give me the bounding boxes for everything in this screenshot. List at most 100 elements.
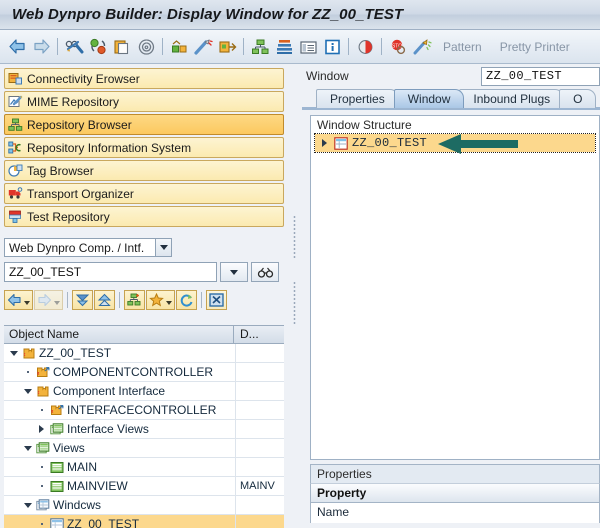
windows-folder-icon: [36, 499, 50, 512]
splitter-grip[interactable]: [293, 215, 296, 259]
tree-back-button[interactable]: [4, 290, 33, 310]
back-icon[interactable]: [5, 35, 29, 59]
navigate-icon[interactable]: [215, 35, 239, 59]
separator: [119, 292, 120, 308]
leaf-marker: [36, 485, 47, 487]
table-row[interactable]: ZZ_00_TEST: [4, 515, 284, 528]
navigation-list: Connectivity Erowser MIME Repository Rep…: [4, 68, 284, 227]
controller-icon: [36, 366, 50, 379]
table-row[interactable]: Views: [4, 439, 284, 458]
pretty-printer-button[interactable]: Pretty Printer: [491, 40, 579, 54]
pattern-button[interactable]: Pattern: [434, 40, 491, 54]
refresh-button[interactable]: [176, 290, 197, 310]
table-row[interactable]: Windcws: [4, 496, 284, 515]
tree-cell-object-name: Component Interface: [4, 382, 236, 400]
collapse-twisty[interactable]: [22, 443, 33, 454]
close-button[interactable]: [206, 290, 227, 310]
object-name-row: [4, 262, 284, 282]
sidebar-item-repository-browser[interactable]: Repository Browser: [4, 114, 284, 135]
tab-o[interactable]: O: [559, 89, 596, 108]
tab-window[interactable]: Window: [394, 89, 465, 108]
activate-icon[interactable]: [86, 35, 110, 59]
tree-cell-object-name: ZZ_00_TEST: [4, 344, 236, 362]
collapse-all-button[interactable]: [94, 290, 115, 310]
object-name-input[interactable]: [4, 262, 217, 282]
component-icon: [22, 347, 36, 360]
window-icon: [334, 137, 348, 150]
sidebar-item-connectivity-browser[interactable]: Connectivity Erowser: [4, 68, 284, 89]
tag-browser-icon: [8, 164, 23, 178]
window-value[interactable]: ZZ_00_TEST: [481, 67, 600, 86]
separator: [162, 38, 163, 55]
table-row[interactable]: MAINVIEWMAINV: [4, 477, 284, 496]
where-used-icon[interactable]: [134, 35, 158, 59]
tree-node-label: Interface Views: [67, 422, 149, 436]
object-search-button[interactable]: [251, 262, 279, 282]
object-type-dropdown[interactable]: Web Dynpro Comp. / Intf.: [4, 238, 172, 257]
table-row[interactable]: MAIN: [4, 458, 284, 477]
expand-twisty[interactable]: [319, 138, 330, 149]
repository-browser-icon: [8, 118, 23, 132]
favorites-button[interactable]: [146, 290, 175, 310]
stop-search-icon[interactable]: STO: [386, 35, 410, 59]
chevron-down-icon[interactable]: [155, 239, 171, 256]
collapse-twisty[interactable]: [8, 348, 19, 359]
test-icon[interactable]: [191, 35, 215, 59]
table-row[interactable]: Component Interface: [4, 382, 284, 401]
expand-all-button[interactable]: [72, 290, 93, 310]
collapse-twisty[interactable]: [22, 386, 33, 397]
sidebar-item-tag-browser[interactable]: Tag Browser: [4, 160, 284, 181]
vertical-splitter[interactable]: [288, 65, 302, 528]
column-header-object-name[interactable]: Object Name: [4, 326, 234, 343]
table-row[interactable]: ZZ_00_TEST: [4, 344, 284, 363]
sidebar-item-transport-organizer[interactable]: Transport Organizer: [4, 183, 284, 204]
connectivity-browser-icon: [8, 72, 23, 86]
transport-organizer-icon: [8, 187, 23, 201]
tree-header: Object Name D...: [4, 326, 284, 344]
create-object-icon[interactable]: [167, 35, 191, 59]
window-icon: [50, 518, 64, 528]
layers-icon[interactable]: [272, 35, 296, 59]
tree-cell-object-name: COMPONENTCONTROLLER: [4, 363, 236, 381]
copy-icon[interactable]: [110, 35, 134, 59]
window-structure-node[interactable]: ZZ_00_TEST: [315, 134, 595, 152]
tab-inbound-plugs[interactable]: Inbound Plugs: [459, 89, 564, 108]
sidebar-item-label: Repository Browser: [27, 119, 132, 131]
properties-row-name[interactable]: Name: [310, 503, 600, 523]
sidebar-item-test-repository[interactable]: Test Repository: [4, 206, 284, 227]
separator: [381, 38, 382, 55]
display-change-icon[interactable]: [62, 35, 86, 59]
sphere-icon[interactable]: [353, 35, 377, 59]
right-pane: Window ZZ_00_TEST PropertiesWindowInboun…: [302, 65, 600, 528]
splitter-grip[interactable]: [293, 281, 296, 325]
expand-twisty[interactable]: [36, 424, 47, 435]
table-row[interactable]: COMPONENTCONTROLLER: [4, 363, 284, 382]
window-structure-header: Window Structure: [311, 116, 599, 134]
chevron-down-icon[interactable]: [166, 301, 172, 305]
properties-column-header[interactable]: Property: [310, 483, 600, 503]
table-row[interactable]: INTERFACECONTROLLER: [4, 401, 284, 420]
object-tree: Object Name D... ZZ_00_TESTCOMPONENTCONT…: [4, 325, 284, 528]
structure-icon[interactable]: [248, 35, 272, 59]
tree-toolbar: [4, 290, 284, 310]
window-structure-panel: Window Structure ZZ_00_TEST: [310, 115, 600, 460]
table-row[interactable]: Interface Views: [4, 420, 284, 439]
view-icon: [50, 480, 64, 493]
chevron-down-icon[interactable]: [24, 301, 30, 305]
tree-node-label: MAINVIEW: [67, 479, 128, 493]
list-icon[interactable]: [296, 35, 320, 59]
column-header-description[interactable]: D...: [234, 326, 284, 343]
tree-cell-object-name: MAIN: [4, 458, 236, 476]
wizard-icon[interactable]: [410, 35, 434, 59]
tree-forward-button[interactable]: [34, 290, 63, 310]
sidebar-item-mime-repository[interactable]: MIME Repository: [4, 91, 284, 112]
object-name-history-button[interactable]: [220, 262, 248, 282]
forward-icon[interactable]: [29, 35, 53, 59]
other-object-button[interactable]: [124, 290, 145, 310]
chevron-down-icon: [54, 301, 60, 305]
info-icon[interactable]: [320, 35, 344, 59]
sidebar-item-repository-information-system[interactable]: Repository Information System: [4, 137, 284, 158]
tree-node-label: Windcws: [53, 498, 101, 512]
tab-properties[interactable]: Properties: [316, 89, 399, 108]
collapse-twisty[interactable]: [22, 500, 33, 511]
